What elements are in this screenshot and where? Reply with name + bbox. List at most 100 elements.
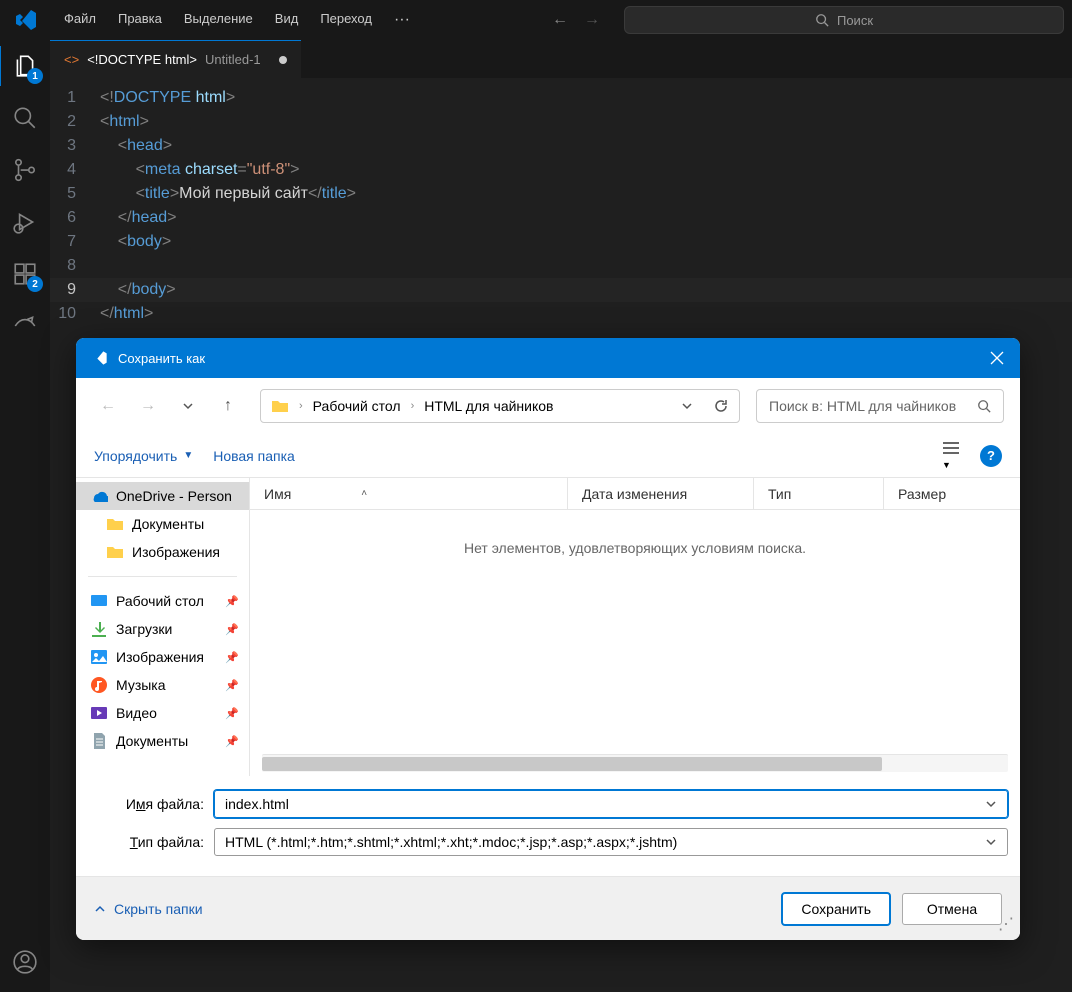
tab-untitled[interactable]: <> <!DOCTYPE html> Untitled-1: [50, 40, 301, 78]
sort-arrow-icon: ˄: [361, 488, 367, 499]
hide-folders-button[interactable]: Скрыть папки: [94, 901, 203, 917]
line-number: 8: [50, 254, 100, 278]
search-placeholder: Поиск: [837, 13, 873, 28]
cancel-button[interactable]: Отмена: [902, 893, 1002, 925]
pin-icon: 📌: [225, 623, 239, 636]
onedrive-icon: [90, 487, 108, 505]
filetype-dropdown-button[interactable]: [985, 836, 997, 848]
nav-recent-button[interactable]: [172, 390, 204, 422]
music-icon: [90, 676, 108, 694]
activity-scm[interactable]: [11, 156, 39, 184]
filename-label: Имя файла:: [88, 796, 214, 812]
tree-item-downloads[interactable]: Загрузки📌: [76, 615, 249, 643]
folder-tree: OneDrive - Person Документы Изображения …: [76, 478, 250, 776]
list-header: Имя˄ Дата изменения Тип Размер: [250, 478, 1020, 510]
tree-item-onedrive[interactable]: OneDrive - Person: [76, 482, 249, 510]
pictures-icon: [90, 648, 108, 666]
source-control-icon: [12, 157, 38, 183]
activity-debug[interactable]: [11, 208, 39, 236]
line-number: 4: [50, 158, 100, 182]
resize-grip-icon[interactable]: ⋰: [998, 914, 1014, 934]
nav-forward-button[interactable]: →: [132, 390, 164, 422]
tree-label: OneDrive - Person: [116, 488, 232, 504]
chevron-right-icon: ›: [411, 400, 415, 412]
tree-item-music[interactable]: Музыка📌: [76, 671, 249, 699]
activity-bar: 1 2: [0, 40, 50, 992]
dialog-close-button[interactable]: [990, 351, 1004, 365]
tree-label: Документы: [132, 516, 204, 532]
chevron-up-icon: [94, 903, 106, 915]
help-button[interactable]: ?: [980, 445, 1002, 467]
tab-subtitle: Untitled-1: [205, 52, 261, 67]
filetype-select[interactable]: HTML (*.html;*.htm;*.shtml;*.xhtml;*.xht…: [214, 828, 1008, 856]
organize-button[interactable]: Упорядочить ▼: [94, 448, 193, 464]
activity-extensions[interactable]: 2: [11, 260, 39, 288]
unsaved-indicator-icon: [279, 56, 287, 64]
chevron-down-icon: [681, 400, 693, 412]
new-folder-button[interactable]: Новая папка: [213, 448, 295, 464]
menu-file[interactable]: Файл: [54, 5, 106, 35]
filename-history-button[interactable]: [985, 798, 997, 810]
horizontal-scrollbar[interactable]: [262, 754, 1008, 772]
tree-item-onedrive-imgs[interactable]: Изображения: [76, 538, 249, 566]
nav-back-icon[interactable]: ←: [552, 11, 568, 29]
tree-item-documents[interactable]: Документы📌: [76, 727, 249, 755]
activity-search[interactable]: [11, 104, 39, 132]
dialog-search-input[interactable]: Поиск в: HTML для чайников: [756, 389, 1004, 423]
breadcrumb-dropdown[interactable]: [681, 400, 693, 412]
refresh-button[interactable]: [713, 398, 729, 414]
menu-go[interactable]: Переход: [310, 5, 382, 35]
line-number: 2: [50, 110, 100, 134]
nav-up-button[interactable]: ↑: [212, 390, 244, 422]
filename-input[interactable]: [214, 790, 1008, 818]
tree-item-pictures[interactable]: Изображения📌: [76, 643, 249, 671]
tree-item-desktop[interactable]: Рабочий стол📌: [76, 587, 249, 615]
tree-label: Музыка: [116, 677, 166, 693]
activity-account[interactable]: [11, 948, 39, 976]
dialog-fields: Имя файла: Тип файла: HTML (*.html;*.htm…: [76, 776, 1020, 876]
view-mode-button[interactable]: ▼: [942, 441, 960, 471]
column-name[interactable]: Имя˄: [250, 478, 568, 509]
html-file-icon: <>: [64, 52, 79, 67]
chevron-down-icon: [182, 400, 194, 412]
downloads-icon: [90, 620, 108, 638]
line-number: 3: [50, 134, 100, 158]
activity-explorer[interactable]: 1: [11, 52, 39, 80]
nav-forward-icon[interactable]: →: [584, 11, 600, 29]
breadcrumb[interactable]: › Рабочий стол › HTML для чайников: [260, 389, 740, 423]
column-size[interactable]: Размер: [884, 478, 1020, 509]
nav-back-button[interactable]: ←: [92, 390, 124, 422]
video-icon: [90, 704, 108, 722]
title-text: Мой первый сайт: [179, 185, 308, 202]
extensions-badge: 2: [27, 276, 43, 292]
list-view-icon: [942, 441, 960, 455]
chevron-down-icon: [985, 836, 997, 848]
dialog-footer: Скрыть папки Сохранить Отмена: [76, 876, 1020, 940]
menu-more[interactable]: ···: [384, 5, 420, 35]
menu-view[interactable]: Вид: [265, 5, 309, 35]
dialog-nav: ← → ↑ › Рабочий стол › HTML для чайников…: [76, 378, 1020, 434]
command-center[interactable]: Поиск: [624, 6, 1064, 34]
dialog-titlebar: Сохранить как: [76, 338, 1020, 378]
line-number: 7: [50, 230, 100, 254]
breadcrumb-part[interactable]: Рабочий стол: [313, 398, 401, 414]
menu-selection[interactable]: Выделение: [174, 5, 263, 35]
folder-icon: [271, 397, 289, 415]
scrollbar-thumb[interactable]: [262, 757, 882, 771]
chevron-down-icon: [985, 798, 997, 810]
save-button[interactable]: Сохранить: [782, 893, 890, 925]
tree-item-onedrive-docs[interactable]: Документы: [76, 510, 249, 538]
breadcrumb-part[interactable]: HTML для чайников: [424, 398, 553, 414]
activity-share[interactable]: [11, 312, 39, 340]
tree-item-video[interactable]: Видео📌: [76, 699, 249, 727]
line-number: 10: [50, 302, 100, 326]
menu-edit[interactable]: Правка: [108, 5, 172, 35]
filename-text[interactable]: [225, 796, 985, 812]
search-placeholder: Поиск в: HTML для чайников: [769, 398, 956, 414]
menu-bar: Файл Правка Выделение Вид Переход ···: [54, 5, 420, 35]
editor-tabs: <> <!DOCTYPE html> Untitled-1: [50, 40, 1072, 78]
column-date[interactable]: Дата изменения: [568, 478, 754, 509]
file-list: Имя˄ Дата изменения Тип Размер Нет элеме…: [250, 478, 1020, 776]
save-as-dialog: Сохранить как ← → ↑ › Рабочий стол › HTM…: [76, 338, 1020, 940]
column-type[interactable]: Тип: [754, 478, 884, 509]
